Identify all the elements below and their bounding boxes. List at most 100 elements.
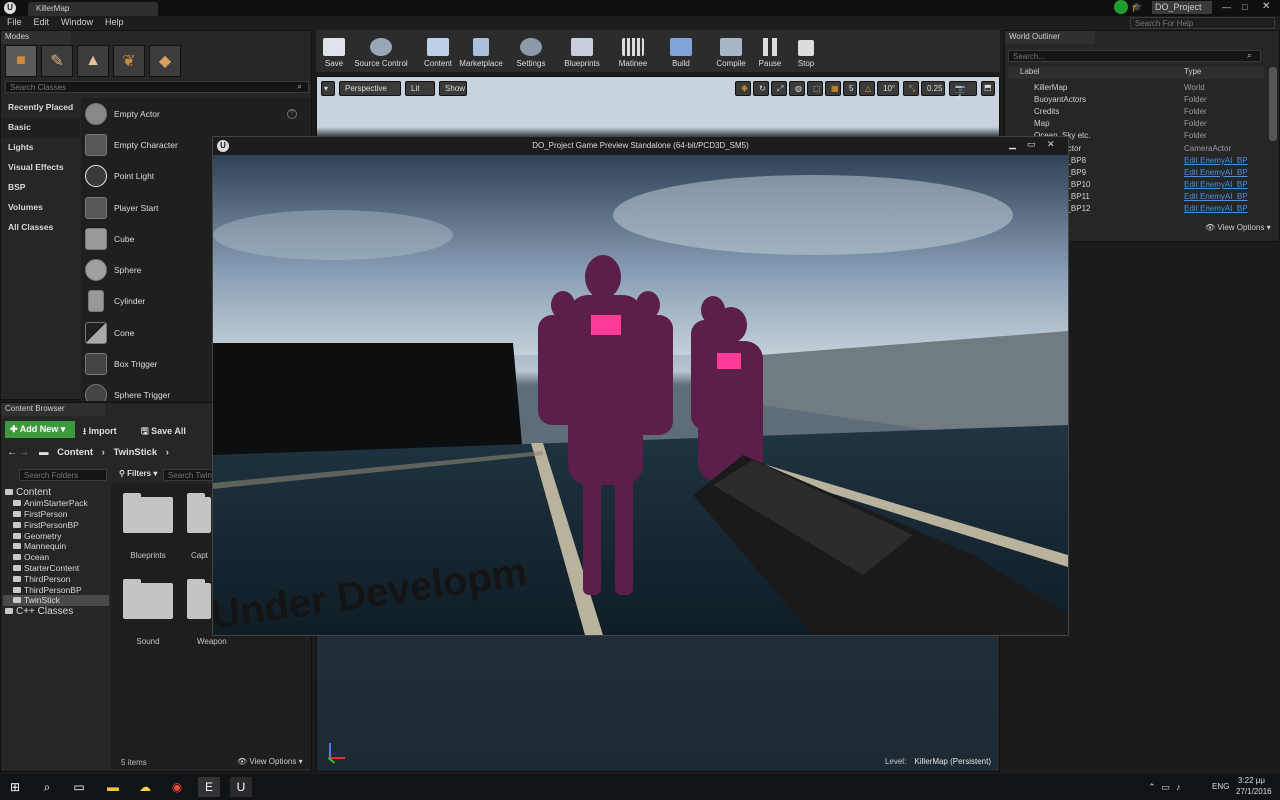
search-icon[interactable]: ⌕ bbox=[36, 777, 58, 797]
search-classes-input[interactable]: Search Classes bbox=[5, 81, 309, 93]
place-mode-icon[interactable]: ■ bbox=[5, 45, 37, 77]
surface-snap-icon[interactable]: ⬚ bbox=[807, 81, 823, 96]
window-minimize-button[interactable]: — bbox=[1222, 2, 1231, 12]
task-view-icon[interactable]: ▭ bbox=[68, 777, 90, 797]
asset-folder-icon[interactable] bbox=[187, 579, 211, 619]
category-basic[interactable]: Basic bbox=[2, 118, 80, 138]
breadcrumb-twinstick[interactable]: TwinStick bbox=[113, 447, 157, 458]
camera-speed-icon[interactable]: 📷4 bbox=[949, 81, 977, 102]
history-forward-icon[interactable]: → bbox=[19, 447, 29, 458]
rotation-snap-icon[interactable]: △ bbox=[859, 81, 875, 96]
perspective-button[interactable]: Perspective bbox=[339, 81, 401, 96]
world-local-icon[interactable]: ◍ bbox=[789, 81, 805, 96]
tree-folder[interactable]: TwinStick bbox=[3, 594, 109, 606]
show-button[interactable]: Show bbox=[439, 81, 467, 96]
source-control-status-icon[interactable] bbox=[1114, 0, 1128, 14]
category-recently-placed[interactable]: Recently Placed bbox=[2, 98, 80, 118]
category-lights[interactable]: Lights bbox=[2, 138, 80, 158]
stop-button[interactable]: Stop bbox=[788, 30, 824, 70]
menu-window[interactable]: Window bbox=[61, 17, 93, 29]
clock-date[interactable]: 27/1/2016 bbox=[1236, 787, 1272, 796]
source-control-button[interactable]: Source Control bbox=[350, 30, 412, 70]
type-column-header[interactable]: Type bbox=[1184, 67, 1264, 79]
outliner-type[interactable]: Edit EnemyAI_BP bbox=[1184, 168, 1264, 177]
world-outliner-tab[interactable]: World Outliner bbox=[1005, 31, 1095, 44]
grid-snap-icon[interactable]: ▦ bbox=[825, 81, 841, 96]
content-button[interactable]: Content bbox=[420, 30, 456, 70]
scale-tool-icon[interactable]: ⤢ bbox=[771, 81, 787, 96]
unreal-editor-icon[interactable]: U bbox=[230, 777, 252, 797]
preview-maximize-button[interactable]: ▭ bbox=[1027, 139, 1036, 150]
save-all-button[interactable]: 🖫 Save All bbox=[141, 424, 186, 440]
history-back-icon[interactable]: ← bbox=[7, 447, 17, 458]
outliner-scrollbar[interactable] bbox=[1269, 67, 1277, 141]
build-button[interactable]: Build bbox=[660, 30, 702, 70]
menu-file[interactable]: File bbox=[7, 17, 22, 29]
translate-tool-icon[interactable]: ✥ bbox=[735, 81, 751, 96]
weather-app-icon[interactable]: ☁ bbox=[134, 777, 156, 797]
viewport-options-button[interactable]: ▾ bbox=[321, 81, 335, 96]
content-view-options[interactable]: 👁 View Options ▾ bbox=[237, 757, 303, 766]
tree-folder[interactable]: Ocean bbox=[3, 552, 109, 563]
windows-start-icon[interactable]: ⊞ bbox=[4, 777, 26, 797]
search-folders-input[interactable]: Search Folders bbox=[19, 469, 107, 481]
help-icon[interactable]: ? bbox=[287, 109, 297, 119]
game-scene[interactable]: Under Developm bbox=[213, 155, 1068, 635]
list-item[interactable]: Empty Actor bbox=[81, 98, 311, 129]
filters-button[interactable]: ⚲ Filters ▾ bbox=[119, 469, 157, 478]
category-all-classes[interactable]: All Classes bbox=[2, 218, 80, 238]
modes-tab[interactable]: Modes bbox=[1, 31, 71, 44]
tree-folder[interactable]: StarterContent bbox=[3, 563, 109, 574]
content-browser-tab[interactable]: Content Browser bbox=[1, 403, 105, 416]
asset-folder-icon[interactable] bbox=[123, 579, 173, 619]
tree-folder[interactable]: FirstPersonBP bbox=[3, 519, 109, 530]
matinee-button[interactable]: Matinee bbox=[612, 30, 654, 70]
pause-button[interactable]: Pause bbox=[752, 30, 788, 70]
tree-folder[interactable]: FirstPerson bbox=[3, 509, 109, 520]
game-preview-window[interactable]: U DO_Project Game Preview Standalone (64… bbox=[212, 136, 1069, 636]
preview-minimize-button[interactable]: ▁ bbox=[1009, 139, 1016, 150]
menu-help[interactable]: Help bbox=[105, 17, 124, 29]
category-bsp[interactable]: BSP bbox=[2, 178, 80, 198]
level-tab[interactable]: KillerMap bbox=[28, 2, 158, 16]
marketplace-button[interactable]: Marketplace bbox=[456, 30, 506, 70]
tree-cpp-classes[interactable]: C++ Classes bbox=[3, 606, 109, 617]
file-explorer-icon[interactable]: ▬ bbox=[102, 777, 124, 797]
outliner-row[interactable]: Credits Folder bbox=[1008, 105, 1264, 117]
label-column-header[interactable]: Label bbox=[1008, 67, 1184, 79]
paint-mode-icon[interactable]: ✎ bbox=[41, 45, 73, 77]
tree-folder[interactable]: AnimStarterPack bbox=[3, 498, 109, 509]
asset-folder-icon[interactable] bbox=[123, 493, 173, 533]
outliner-search-input[interactable]: Search... bbox=[1008, 50, 1261, 62]
help-search-input[interactable]: Search For Help bbox=[1130, 17, 1275, 29]
asset-folder-icon[interactable] bbox=[187, 493, 211, 533]
maximize-viewport-icon[interactable]: ⬒ bbox=[981, 81, 995, 96]
window-maximize-button[interactable]: □ bbox=[1242, 2, 1247, 12]
epic-launcher-icon[interactable]: E bbox=[198, 777, 220, 797]
add-new-button[interactable]: ✚ Add New ▾ bbox=[5, 421, 75, 438]
lit-button[interactable]: Lit bbox=[405, 81, 435, 96]
scale-snap-value[interactable]: 0.25 bbox=[921, 81, 945, 96]
preview-close-button[interactable]: ✕ bbox=[1047, 139, 1055, 150]
rotation-snap-value[interactable]: 10° bbox=[877, 81, 899, 96]
outliner-type[interactable]: Edit EnemyAI_BP bbox=[1184, 180, 1264, 189]
geometry-mode-icon[interactable]: ◆ bbox=[149, 45, 181, 77]
language-indicator[interactable]: ENG bbox=[1212, 782, 1229, 791]
notification-icon[interactable]: 🎓 bbox=[1131, 2, 1142, 13]
window-close-button[interactable]: ✕ bbox=[1262, 1, 1270, 12]
blueprints-button[interactable]: Blueprints bbox=[558, 30, 606, 70]
breadcrumb-content[interactable]: Content bbox=[57, 447, 93, 458]
outliner-view-options[interactable]: 👁 View Options ▾ bbox=[1205, 223, 1271, 232]
settings-button[interactable]: Settings bbox=[510, 30, 552, 70]
category-volumes[interactable]: Volumes bbox=[2, 198, 80, 218]
rotate-tool-icon[interactable]: ↻ bbox=[753, 81, 769, 96]
menu-edit[interactable]: Edit bbox=[34, 17, 50, 29]
category-visual-effects[interactable]: Visual Effects bbox=[2, 158, 80, 178]
scale-snap-icon[interactable]: ⤡ bbox=[903, 81, 919, 96]
landscape-mode-icon[interactable]: ▲ bbox=[77, 45, 109, 77]
outliner-type[interactable]: Edit EnemyAI_BP bbox=[1184, 192, 1264, 201]
tray-icons[interactable]: ⌃▭♪ bbox=[1148, 782, 1187, 793]
outliner-row[interactable]: Map Folder bbox=[1008, 118, 1264, 130]
chrome-icon[interactable]: ◉ bbox=[166, 777, 188, 797]
tree-root-content[interactable]: Content bbox=[3, 487, 109, 498]
